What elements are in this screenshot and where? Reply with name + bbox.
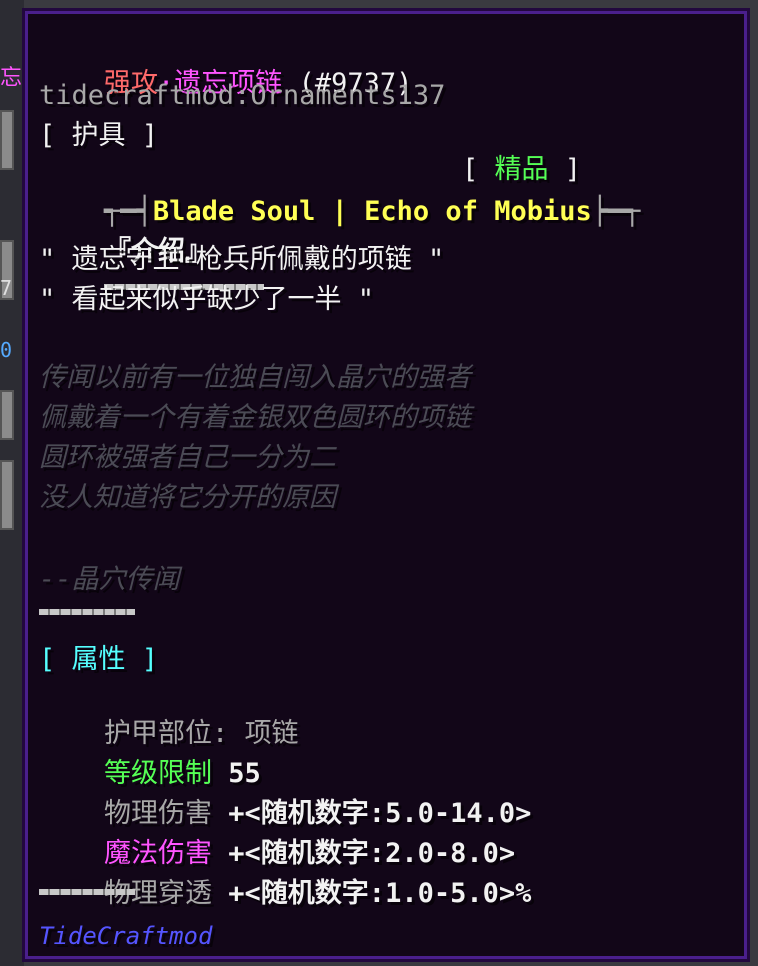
background-inventory: 忘 7 0: [0, 0, 24, 966]
set-name-b: Echo of Mobius: [364, 196, 592, 227]
side-label: 7: [0, 276, 13, 300]
lore-line: 圆环被强者自己一分为二: [39, 442, 336, 473]
registry-id: tidecraftmod:Ornaments137: [39, 80, 446, 111]
item-tooltip: 强攻·遗忘项链 (#9737) tidecraftmod:Ornaments13…: [22, 8, 750, 962]
lore-line: 佩戴着一个有着金银双色圆环的项链: [39, 402, 471, 433]
lore-line: 传闻以前有一位独自闯入晶穴的强者: [39, 362, 471, 393]
category-label: [ 护具 ]: [39, 120, 159, 151]
inventory-slot[interactable]: [0, 390, 14, 440]
divider-bar: [39, 609, 135, 615]
lore-source: --晶穴传闻: [39, 564, 180, 595]
side-label: 0: [0, 338, 13, 362]
inventory-slot[interactable]: [0, 460, 14, 530]
mod-name: TideCraftmod: [39, 922, 213, 950]
attributes-header: [ 属性 ]: [39, 644, 159, 675]
quote-line: " 看起来似乎缺少了一半 ": [39, 284, 375, 315]
quote-line: " 遗忘守卫·枪兵所佩戴的项链 ": [39, 244, 445, 275]
physical-penetration-value: +<随机数字:1.0-5.0>%: [228, 878, 532, 909]
divider-bar: [39, 889, 135, 895]
side-label: 忘: [0, 66, 23, 91]
inventory-slot[interactable]: [0, 110, 14, 170]
set-separator: |: [315, 196, 365, 227]
lore-line: 没人知道将它分开的原因: [39, 482, 336, 513]
set-right-ornament: ┝━┭: [591, 196, 641, 227]
